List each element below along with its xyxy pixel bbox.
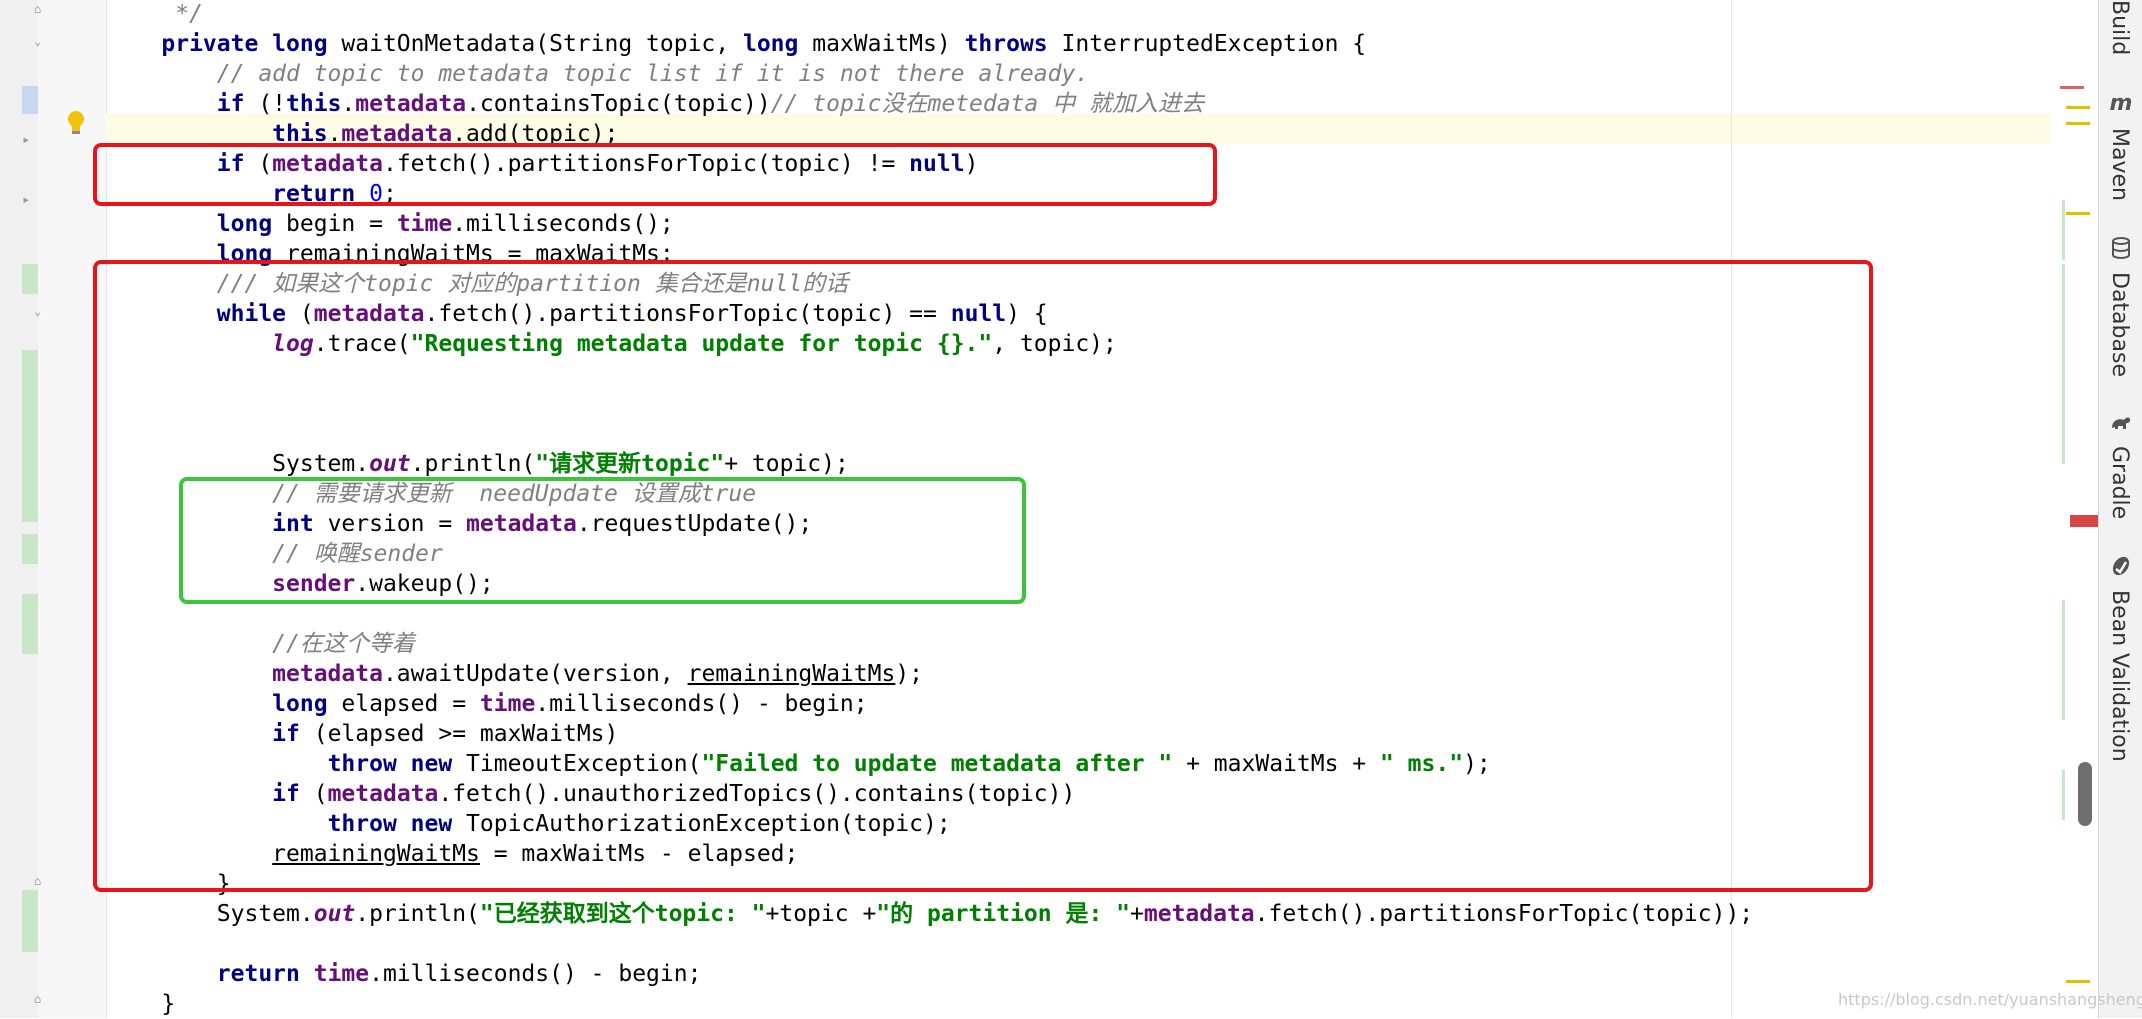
- breakpoint-arrow-icon[interactable]: ▸: [22, 132, 30, 148]
- warning-stripe-mark[interactable]: [2066, 980, 2090, 983]
- code-token: .milliseconds();: [452, 211, 674, 237]
- editor-gutter: ⌂ ⌄ ⌄ ⌂ ⌂ ▸ ▸: [0, 0, 107, 1018]
- code-token: // add topic to metadata topic list if i…: [216, 61, 1090, 87]
- code-token: InterruptedException {: [1061, 31, 1367, 57]
- fold-marker-icon[interactable]: ⌄: [34, 34, 44, 48]
- maven-icon: m: [2109, 91, 2133, 116]
- change-stripe: [2062, 200, 2065, 260]
- breakpoint-arrow-icon[interactable]: ▸: [22, 192, 30, 208]
- code-token: this: [286, 91, 342, 117]
- code-token: */: [106, 1, 203, 27]
- code-token: long: [742, 31, 813, 57]
- code-token: .fetch().partitionsForTopic(topic));: [1254, 901, 1754, 927]
- code-token: .containsTopic(topic)): [466, 91, 771, 117]
- code-token: metadata: [1143, 901, 1255, 927]
- change-marker[interactable]: [22, 534, 38, 564]
- code-token: System.: [106, 901, 314, 927]
- tool-window-label: Maven: [2107, 128, 2132, 201]
- scrollbar-thumb[interactable]: [2078, 762, 2092, 826]
- lightbulb-icon[interactable]: [66, 110, 86, 136]
- code-token: return: [216, 961, 314, 987]
- code-token: if: [216, 91, 259, 117]
- code-line[interactable]: if (!this.metadata.containsTopic(topic))…: [106, 89, 1204, 119]
- code-line[interactable]: long begin = time.milliseconds();: [106, 209, 674, 239]
- change-marker[interactable]: [22, 350, 38, 522]
- code-token: .: [341, 91, 356, 117]
- error-stripe[interactable]: [2050, 0, 2098, 1018]
- warning-stripe-mark[interactable]: [2066, 212, 2090, 215]
- tool-window-database[interactable]: Database: [2099, 236, 2142, 377]
- error-stripe-mark[interactable]: [2070, 515, 2098, 527]
- warning-stripe-mark[interactable]: [2066, 106, 2090, 109]
- code-token: waitOnMetadata(String topic,: [341, 31, 743, 57]
- change-stripe: [2062, 264, 2065, 464]
- gradle-icon: [2112, 417, 2131, 429]
- code-token: throws: [964, 31, 1062, 57]
- tool-window-build[interactable]: Build: [2099, 0, 2142, 60]
- code-token: time: [396, 211, 453, 237]
- tool-window-gradle[interactable]: Gradle: [2099, 410, 2142, 520]
- code-line[interactable]: return time.milliseconds() - begin;: [106, 959, 702, 989]
- code-token: "的 partition 是: ": [876, 901, 1131, 927]
- change-stripe: [2062, 770, 2065, 820]
- code-token: (!: [258, 91, 287, 117]
- code-token: long: [216, 211, 287, 237]
- code-token: begin =: [286, 211, 397, 237]
- watermark: https://blog.csdn.net/yuanshangshenghuo: [1838, 990, 2142, 1009]
- change-marker[interactable]: [22, 86, 38, 114]
- change-stripe: [2062, 600, 2065, 720]
- tool-window-label: Gradle: [2107, 446, 2132, 520]
- fold-marker-icon[interactable]: ⌂: [34, 874, 44, 888]
- fold-marker-icon[interactable]: ⌄: [34, 304, 44, 318]
- code-token: }: [106, 991, 176, 1017]
- tool-window-maven[interactable]: m Maven: [2099, 92, 2142, 202]
- code-token: .milliseconds() - begin;: [369, 961, 702, 987]
- change-marker[interactable]: [22, 264, 38, 294]
- tool-window-bar: Build m Maven Database Gradle Bean Valid…: [2098, 0, 2142, 1018]
- warning-stripe-mark[interactable]: [2066, 122, 2090, 125]
- code-line[interactable]: */: [106, 0, 203, 29]
- code-line[interactable]: // add topic to metadata topic list if i…: [106, 59, 1089, 89]
- code-token: out: [313, 901, 356, 927]
- code-token: // topic没在metedata 中 就加入进去: [770, 91, 1204, 117]
- change-marker[interactable]: [22, 594, 38, 654]
- tool-window-label: Bean Validation: [2107, 590, 2132, 762]
- code-line[interactable]: System.out.println("已经获取到这个topic: "+topi…: [106, 899, 1753, 929]
- code-line[interactable]: private long waitOnMetadata(String topic…: [106, 29, 1366, 59]
- annotation-box-red: [93, 143, 1217, 206]
- code-line[interactable]: }: [106, 989, 175, 1019]
- database-icon: [2112, 237, 2130, 259]
- fold-marker-icon[interactable]: ⌂: [34, 992, 44, 1006]
- code-token: +: [1130, 901, 1144, 927]
- code-token: time: [313, 961, 370, 987]
- code-token: metadata: [355, 91, 467, 117]
- code-token: .println(: [355, 901, 480, 927]
- error-stripe-mark[interactable]: [2060, 86, 2084, 89]
- tool-window-label: Build: [2107, 0, 2132, 56]
- code-token: "已经获取到这个topic: ": [479, 901, 766, 927]
- tool-window-label: Database: [2107, 272, 2132, 377]
- change-marker[interactable]: [22, 890, 38, 952]
- bean-validation-icon: [2112, 556, 2130, 576]
- code-token: maxWaitMs): [812, 31, 965, 57]
- fold-marker-icon[interactable]: ⌂: [34, 2, 44, 16]
- code-token: private long: [161, 31, 342, 57]
- code-token: +topic +: [765, 901, 877, 927]
- tool-window-bean-validation[interactable]: Bean Validation: [2099, 554, 2142, 762]
- annotation-box-green: [179, 477, 1026, 604]
